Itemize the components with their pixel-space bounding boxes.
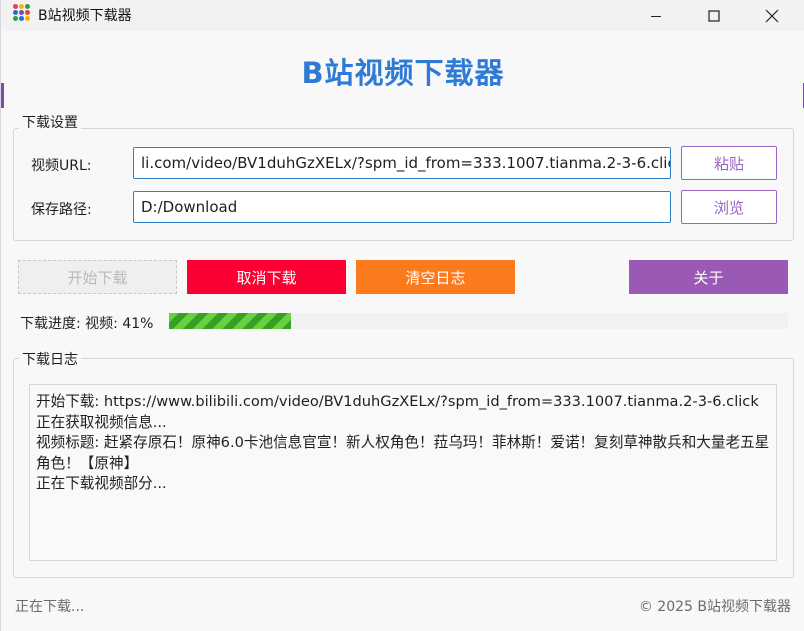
settings-group-label: 下载设置 bbox=[19, 112, 81, 132]
log-textarea[interactable]: 开始下载: https://www.bilibili.com/video/BV1… bbox=[29, 384, 777, 561]
log-group-label: 下载日志 bbox=[19, 349, 81, 369]
window-title: B站视频下载器 bbox=[38, 8, 132, 24]
minimize-icon bbox=[651, 15, 661, 17]
about-button[interactable]: 关于 bbox=[629, 260, 788, 294]
progress-bar bbox=[169, 313, 788, 329]
save-path-input[interactable]: D:/Download bbox=[133, 191, 671, 223]
app-logo-icon bbox=[13, 4, 31, 22]
log-line: 正在获取视频信息... bbox=[36, 413, 167, 431]
status-text: 正在下载... bbox=[15, 599, 85, 615]
progress-bar-fill bbox=[169, 313, 291, 329]
copyright-text: © 2025 B站视频下载器 bbox=[638, 599, 791, 615]
close-button[interactable] bbox=[749, 0, 795, 31]
start-download-button[interactable]: 开始下载 bbox=[18, 260, 177, 294]
log-line: 开始下载: https://www.bilibili.com/video/BV1… bbox=[36, 393, 759, 410]
title-bar[interactable]: B站视频下载器 bbox=[1, 0, 804, 31]
minimize-button[interactable] bbox=[633, 0, 679, 31]
maximize-button[interactable] bbox=[691, 0, 737, 31]
progress-label: 下载进度: 视频: 41% bbox=[20, 316, 154, 332]
save-path-label: 保存路径: bbox=[31, 202, 92, 218]
browse-button[interactable]: 浏览 bbox=[681, 190, 777, 224]
page-title: B站视频下载器 bbox=[301, 56, 505, 90]
log-line: 正在下载视频部分... bbox=[36, 475, 167, 492]
close-icon bbox=[765, 9, 779, 22]
url-input[interactable]: li.com/video/BV1duhGzXELx/?spm_id_from=3… bbox=[133, 147, 671, 179]
app-window: B站视频下载器 B站视频下载器 下载设置 视频URL: li.com/video… bbox=[0, 0, 804, 631]
paste-button[interactable]: 粘贴 bbox=[681, 146, 777, 180]
clear-log-button[interactable]: 清空日志 bbox=[356, 260, 515, 294]
cancel-download-button[interactable]: 取消下载 bbox=[187, 260, 346, 294]
main-content: B站视频下载器 下载设置 视频URL: li.com/video/BV1duhG… bbox=[1, 31, 804, 631]
log-line: 视频标题: 赶紧存原石！原神6.0卡池信息官宣！新人权角色！菈乌玛！菲林斯！爱诺… bbox=[36, 434, 770, 472]
settings-group bbox=[13, 128, 794, 241]
url-label: 视频URL: bbox=[31, 158, 92, 174]
maximize-icon bbox=[708, 9, 720, 22]
